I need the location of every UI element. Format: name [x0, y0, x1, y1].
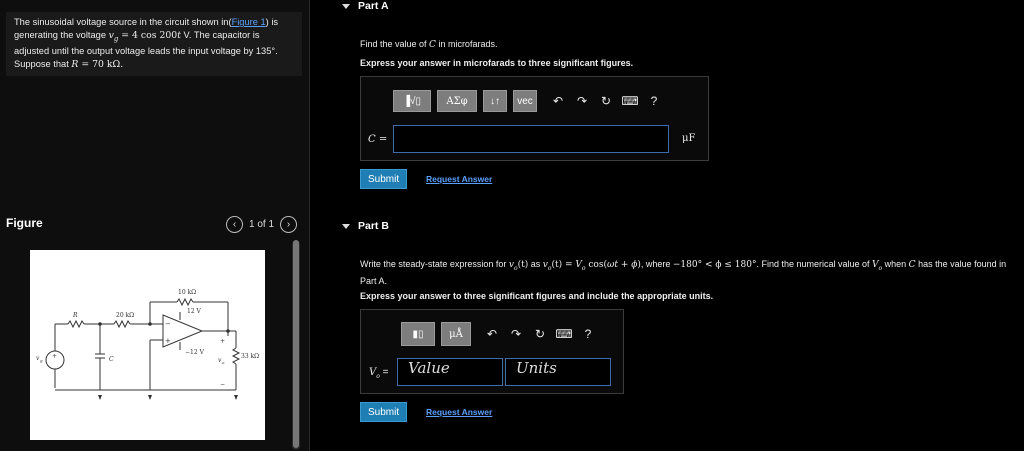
greek-icon: ΑΣφ [446, 95, 468, 107]
resistor-10k [176, 297, 194, 307]
caret-down-icon [342, 223, 350, 229]
part-b-submit-button[interactable]: Submit [360, 402, 408, 422]
part-b-units-input[interactable]: Units [505, 358, 611, 386]
resistor-33k [231, 347, 241, 365]
part-b-instruction: Express your answer to three significant… [360, 291, 714, 301]
svg-text:12 V: 12 V [187, 308, 202, 315]
part-a-unit: μF [682, 133, 696, 144]
part-b-header[interactable]: Part B [342, 220, 389, 232]
vec-button[interactable]: vec [513, 90, 537, 112]
part-a-var-label: C = [368, 134, 388, 145]
figure-pager: ‹ 1 of 1 › [226, 216, 298, 233]
svg-text:+: + [165, 337, 171, 345]
svg-text:10 kΩ: 10 kΩ [178, 289, 196, 296]
scrollbar-thumb[interactable] [293, 240, 299, 448]
templates-button[interactable]: ▐√▯ [393, 90, 431, 112]
figure-header: Figure ‹ 1 of 1 › [0, 213, 310, 235]
left-panel: The sinusoidal voltage source in the cir… [0, 0, 310, 451]
units-button[interactable]: μÅ [441, 322, 471, 346]
part-a-instruction: Express your answer in microfarads to th… [360, 58, 634, 68]
resistor-r [67, 319, 85, 329]
undo-icon[interactable]: ↶ [549, 92, 567, 110]
figure-link[interactable]: Figure 1 [232, 17, 266, 27]
templates-icon: ▐√▯ [402, 95, 422, 107]
keyboard-icon[interactable]: ⌨ [621, 92, 639, 110]
chevron-left-icon: ‹ [232, 218, 237, 230]
right-panel: Part A Find the value of C in microfarad… [312, 0, 1024, 451]
svg-text:20 kΩ: 20 kΩ [116, 312, 134, 319]
circuit-diagram: R 20 kΩ 10 kΩ 12 V −12 V 33 kΩ C v g v o… [36, 289, 259, 400]
units-icon: μÅ [449, 328, 463, 340]
svg-text:−12 V: −12 V [185, 349, 205, 356]
part-a-toolbar: ▐√▯ ΑΣφ ↓↑ vec ↶ ↷ ↻ ⌨ ? [393, 90, 663, 112]
svg-text:R: R [72, 312, 78, 319]
problem-statement: The sinusoidal voltage source in the cir… [6, 12, 302, 76]
svg-text:C: C [109, 356, 114, 363]
keyboard-icon[interactable]: ⌨ [555, 325, 573, 343]
part-a-answer-box: ▐√▯ ΑΣφ ↓↑ vec ↶ ↷ ↻ ⌨ ? C = μF [360, 76, 709, 161]
prev-figure-button[interactable]: ‹ [226, 216, 243, 233]
reset-icon[interactable]: ↻ [597, 92, 615, 110]
figure-scrollbar[interactable] [292, 240, 300, 450]
sort-button[interactable]: ↓↑ [483, 90, 507, 112]
help-button[interactable]: ? [579, 325, 597, 343]
svg-text:33 kΩ: 33 kΩ [241, 353, 259, 360]
part-a-answer-input[interactable] [393, 125, 669, 153]
chevron-right-icon: › [286, 218, 291, 230]
redo-icon[interactable]: ↷ [507, 325, 525, 343]
part-a-question: Find the value of C in microfarads. [360, 39, 498, 50]
part-b-var-label: Vo = [369, 367, 389, 380]
svg-text:−: − [220, 381, 225, 388]
svg-text:o: o [222, 360, 225, 365]
circuit-figure: R 20 kΩ 10 kΩ 12 V −12 V 33 kΩ C v g v o… [30, 250, 265, 440]
next-figure-button[interactable]: › [280, 216, 298, 233]
svg-text:+: + [52, 353, 57, 360]
caret-down-icon [342, 3, 350, 9]
reset-icon[interactable]: ↻ [531, 325, 549, 343]
pager-count: 1 of 1 [249, 219, 275, 230]
figure-title: Figure [6, 216, 43, 230]
part-b-toolbar: ▮▯ μÅ ↶ ↷ ↻ ⌨ ? [401, 322, 597, 346]
part-a-header[interactable]: Part A [342, 0, 389, 12]
templates-icon: ▮▯ [412, 328, 424, 340]
part-b-question: Write the steady-state expression for vo… [360, 259, 1007, 286]
svg-text:g: g [40, 358, 43, 363]
sort-arrows-icon: ↓↑ [490, 95, 500, 107]
undo-icon[interactable]: ↶ [483, 325, 501, 343]
resistor-20k [113, 319, 131, 329]
templates-button[interactable]: ▮▯ [401, 322, 435, 346]
redo-icon[interactable]: ↷ [573, 92, 591, 110]
help-button[interactable]: ? [645, 92, 663, 110]
part-b-request-answer-link[interactable]: Request Answer [426, 407, 492, 417]
part-a-request-answer-link[interactable]: Request Answer [426, 174, 492, 184]
svg-text:+: + [220, 338, 225, 345]
vec-icon: vec [517, 95, 533, 107]
greek-button[interactable]: ΑΣφ [437, 90, 477, 112]
part-a-submit-button[interactable]: Submit [360, 169, 408, 189]
svg-text:−: − [165, 320, 171, 328]
part-b-answer-box: ▮▯ μÅ ↶ ↷ ↻ ⌨ ? Vo = Value Units [360, 309, 624, 394]
part-b-value-input[interactable]: Value [397, 358, 503, 386]
